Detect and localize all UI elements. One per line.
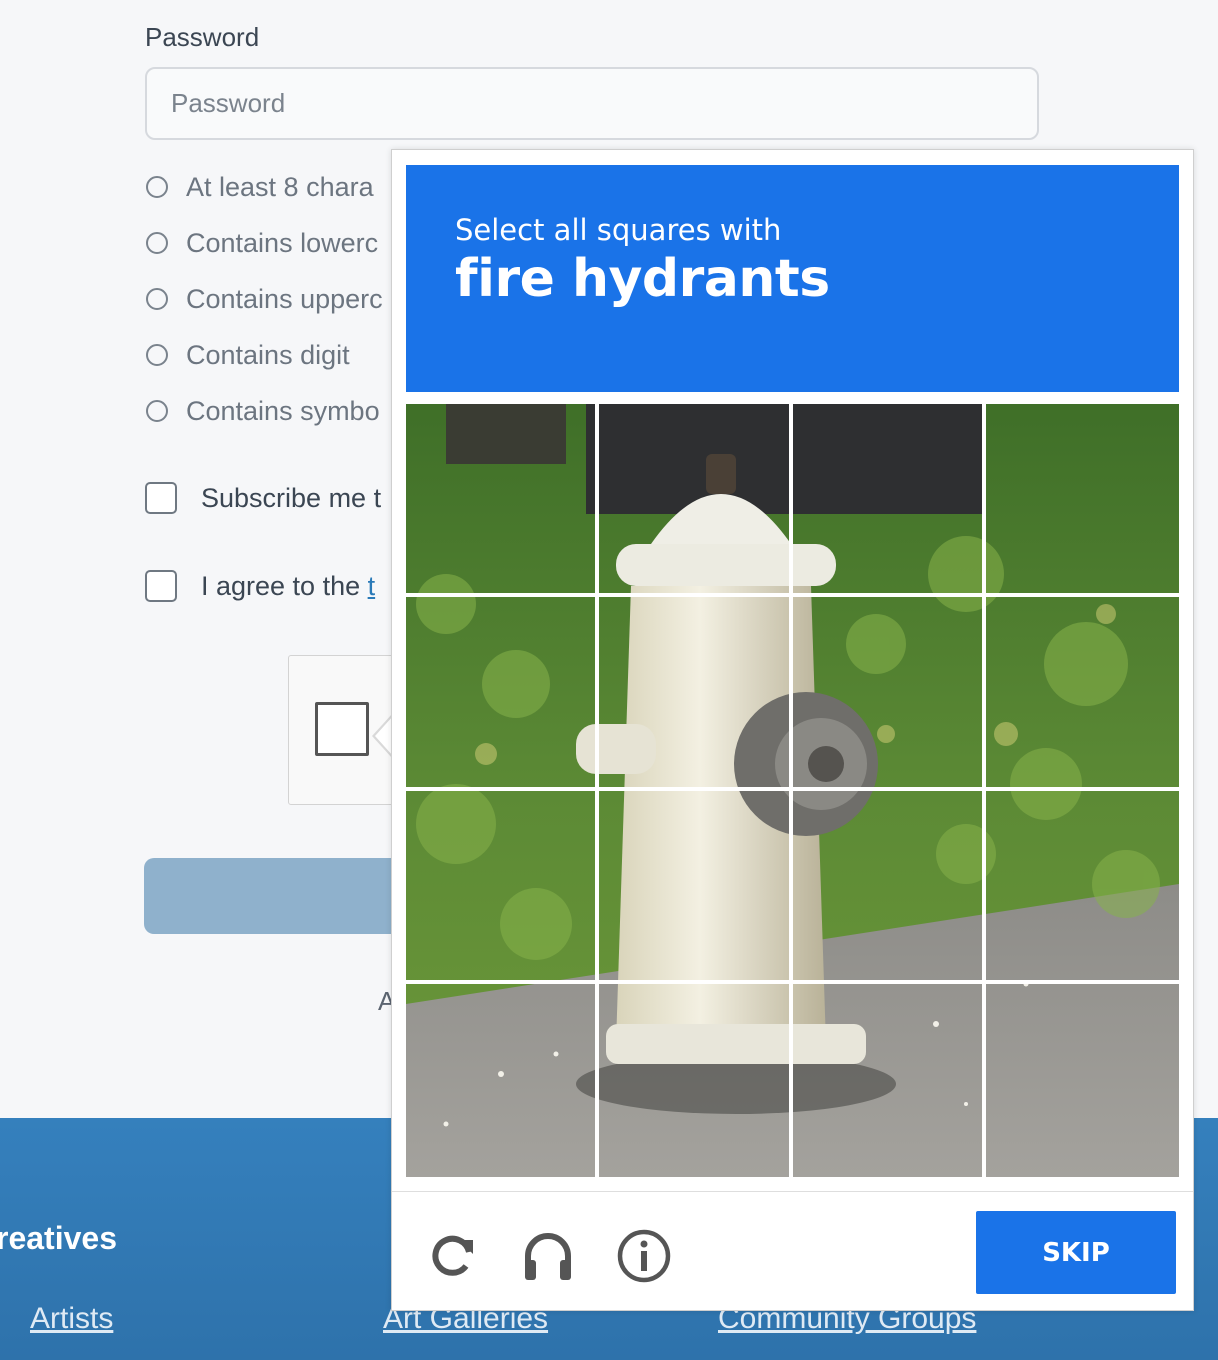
rule-uppercase: Contains upperc bbox=[146, 284, 383, 314]
rule-lowercase: Contains lowerc bbox=[146, 228, 378, 258]
rule-text: Contains symbo bbox=[186, 395, 380, 426]
captcha-tile[interactable] bbox=[792, 790, 986, 984]
captcha-tile[interactable] bbox=[406, 790, 600, 984]
agree-row[interactable]: I agree to the t bbox=[145, 569, 375, 603]
captcha-tile[interactable] bbox=[599, 983, 793, 1177]
subscribe-label: Subscribe me t bbox=[201, 482, 382, 513]
terms-link[interactable]: t bbox=[368, 571, 376, 602]
captcha-tile[interactable] bbox=[985, 597, 1179, 791]
captcha-tile[interactable] bbox=[985, 404, 1179, 598]
rule-digit: Contains digit bbox=[146, 340, 350, 370]
footer-link-artists[interactable]: Artists bbox=[30, 1302, 113, 1336]
captcha-tile[interactable] bbox=[793, 983, 986, 1177]
captcha-tile[interactable] bbox=[406, 983, 600, 1177]
captcha-instruction-text: Select all squares with bbox=[455, 213, 782, 247]
rule-status-circle-icon bbox=[146, 344, 168, 366]
captcha-image-grid bbox=[406, 404, 1179, 1177]
captcha-tile[interactable] bbox=[792, 597, 986, 791]
audio-headphones-icon[interactable] bbox=[520, 1228, 576, 1284]
captcha-tile[interactable] bbox=[599, 597, 793, 791]
subscribe-row[interactable]: Subscribe me t bbox=[145, 481, 381, 515]
password-input[interactable] bbox=[145, 67, 1039, 140]
captcha-tile[interactable] bbox=[406, 597, 600, 791]
rule-status-circle-icon bbox=[146, 176, 168, 198]
captcha-tile[interactable] bbox=[792, 404, 986, 598]
recaptcha-checkbox[interactable] bbox=[315, 702, 369, 756]
captcha-tile[interactable] bbox=[986, 984, 1179, 1177]
captcha-tile[interactable] bbox=[599, 404, 793, 598]
footer-heading: reatives bbox=[0, 1220, 117, 1256]
rule-text: At least 8 chara bbox=[186, 171, 374, 202]
captcha-tile[interactable] bbox=[406, 404, 600, 598]
captcha-instructions: Select all squares with fire hydrants bbox=[406, 165, 1179, 392]
captcha-tile[interactable] bbox=[599, 790, 793, 984]
subscribe-checkbox[interactable] bbox=[145, 482, 177, 514]
rule-text: Contains upperc bbox=[186, 283, 383, 314]
rule-text: Contains digit bbox=[186, 339, 350, 370]
rule-status-circle-icon bbox=[146, 400, 168, 422]
rule-min-length: At least 8 chara bbox=[146, 172, 374, 202]
skip-button[interactable]: SKIP bbox=[976, 1211, 1176, 1294]
info-icon[interactable] bbox=[616, 1228, 672, 1284]
rule-status-circle-icon bbox=[146, 232, 168, 254]
reload-icon[interactable] bbox=[425, 1228, 481, 1284]
password-label: Password bbox=[145, 22, 260, 52]
captcha-tile-grid bbox=[406, 404, 1179, 1177]
captcha-challenge-popup: Select all squares with fire hydrants SK… bbox=[391, 149, 1194, 1311]
agree-checkbox[interactable] bbox=[145, 570, 177, 602]
captcha-footer: SKIP bbox=[392, 1191, 1193, 1311]
agree-label: I agree to the bbox=[201, 570, 368, 601]
rule-text: Contains lowerc bbox=[186, 227, 379, 258]
rule-status-circle-icon bbox=[146, 288, 168, 310]
captcha-target-text: fire hydrants bbox=[455, 249, 830, 309]
captcha-tile[interactable] bbox=[985, 791, 1179, 984]
rule-symbol: Contains symbo bbox=[146, 396, 380, 426]
